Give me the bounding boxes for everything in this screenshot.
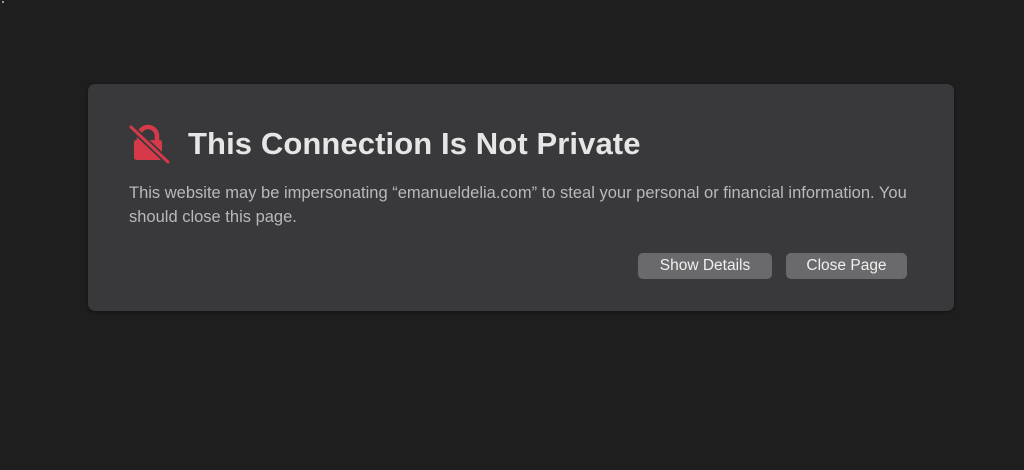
warning-actions: Show Details Close Page [638,253,907,279]
close-page-button[interactable]: Close Page [786,253,907,279]
lock-slash-icon [128,124,170,164]
warning-title: This Connection Is Not Private [188,126,641,161]
browser-content-area: This Connection Is Not Private This webs… [0,0,1024,470]
corner-dot [2,1,4,3]
privacy-warning-card: This Connection Is Not Private This webs… [88,84,954,311]
show-details-button[interactable]: Show Details [638,253,772,279]
warning-title-row: This Connection Is Not Private [128,124,641,164]
warning-message: This website may be impersonating “emanu… [129,184,907,226]
